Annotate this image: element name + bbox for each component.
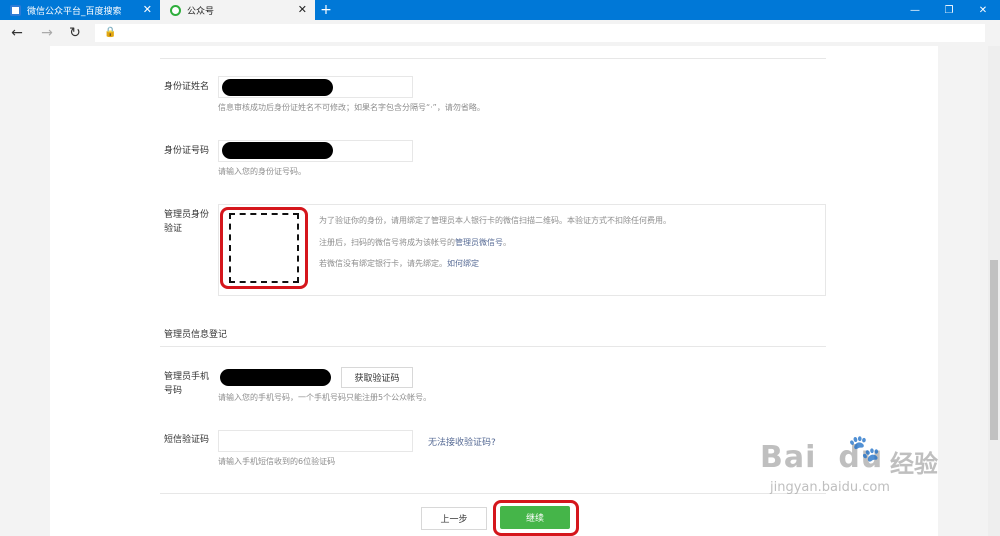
baidu-favicon-icon <box>10 4 21 16</box>
reload-icon[interactable]: ↻ <box>66 24 84 42</box>
id-name-tip: 信息审核成功后身份证姓名不可修改；如果名字包含分隔号“·”，请勿省略。 <box>218 103 485 112</box>
footer-divider <box>160 493 826 494</box>
sms-code-input[interactable] <box>218 430 413 452</box>
sms-code-label: 短信验证码 <box>164 435 210 445</box>
back-icon[interactable]: ← <box>8 24 26 42</box>
qr-highlight-frame <box>220 207 308 289</box>
id-name-label: 身份证姓名 <box>164 82 210 92</box>
redacted-value <box>222 79 333 96</box>
watermark-cn: 经验 <box>890 450 938 478</box>
admin-wechat-link[interactable]: 管理员微信号 <box>455 238 503 247</box>
watermark-url: jingyan.baidu.com <box>770 480 890 495</box>
redacted-value <box>222 142 333 159</box>
close-tab-icon[interactable]: ✕ <box>143 3 152 16</box>
sms-code-tip: 请输入手机短信收到的6位验证码 <box>218 457 336 466</box>
lock-icon: 🔒 <box>104 27 117 38</box>
scrollbar-thumb[interactable] <box>990 260 998 440</box>
forward-icon[interactable]: → <box>38 24 56 42</box>
id-number-label: 身份证号码 <box>164 146 210 156</box>
tab-wechat-official[interactable]: 公众号 ✕ <box>160 0 315 20</box>
phone-label: 管理员手机号码 <box>164 372 210 396</box>
address-bar[interactable] <box>95 24 985 42</box>
close-tab-icon[interactable]: ✕ <box>298 3 307 16</box>
admin-auth-label: 管理员身份验证 <box>164 210 210 234</box>
section-divider <box>160 346 826 347</box>
continue-highlight-frame <box>493 500 579 536</box>
prev-step-button[interactable]: 上一步 <box>421 507 487 530</box>
baidu-jingyan-watermark: Bai du 🐾 经验 jingyan.baidu.com <box>760 430 960 510</box>
auth-line-2-prefix: 注册后，扫码的微信号将成为该帐号的 <box>319 238 455 247</box>
phone-tip: 请输入您的手机号码，一个手机号码只能注册5个公众帐号。 <box>218 393 432 402</box>
maximize-button[interactable]: ❐ <box>932 0 966 20</box>
redacted-value <box>220 369 331 386</box>
divider <box>160 58 826 59</box>
no-code-link[interactable]: 无法接收验证码? <box>428 435 496 448</box>
admin-section-title: 管理员信息登记 <box>164 330 228 340</box>
minimize-button[interactable]: — <box>898 0 932 20</box>
tab-baidu-search[interactable]: 微信公众平台_百度搜索 ✕ <box>0 0 160 20</box>
tab-title: 公众号 <box>187 6 215 17</box>
auth-line-3: 若微信没有绑定银行卡，请先绑定。如何绑定 <box>319 258 479 269</box>
close-window-button[interactable]: ✕ <box>966 0 1000 20</box>
paw-icon: 🐾 <box>848 434 881 464</box>
auth-line-2: 注册后，扫码的微信号将成为该帐号的管理员微信号。 <box>319 237 511 248</box>
wechat-favicon-icon <box>170 4 181 16</box>
how-to-bind-link[interactable]: 如何绑定 <box>447 259 479 268</box>
auth-line-2-suffix: 。 <box>503 238 511 247</box>
tab-title: 微信公众平台_百度搜索 <box>27 6 122 17</box>
new-tab-button[interactable]: + <box>318 0 334 20</box>
watermark-logo-bai: Bai <box>760 440 817 475</box>
get-code-button[interactable]: 获取验证码 <box>341 367 413 388</box>
auth-line-1: 为了验证你的身份，请用绑定了管理员本人银行卡的微信扫描二维码。本验证方式不扣除任… <box>319 216 671 225</box>
auth-line-3-prefix: 若微信没有绑定银行卡，请先绑定。 <box>319 259 447 268</box>
id-number-tip: 请输入您的身份证号码。 <box>218 167 306 176</box>
